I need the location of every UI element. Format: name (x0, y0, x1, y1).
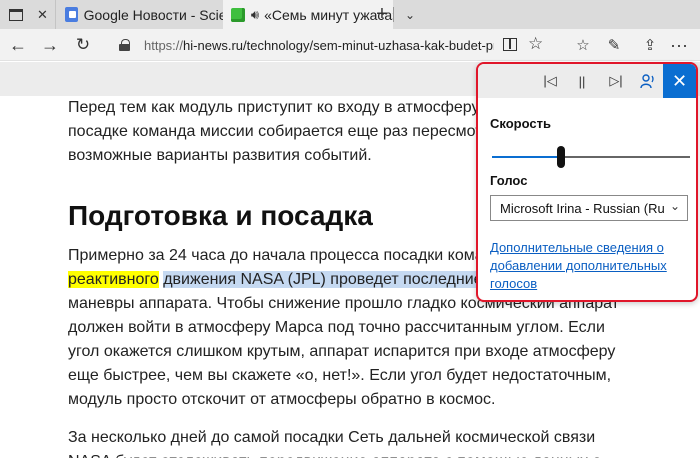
tab-divider (393, 7, 394, 22)
next-paragraph-button[interactable]: ▷| (602, 64, 630, 98)
slider-fill (492, 156, 562, 158)
window-icon[interactable] (9, 8, 23, 21)
text-line: За несколько дней до самой посадки Сеть … (68, 429, 596, 446)
pen-icon[interactable]: ✎ (603, 29, 625, 61)
paragraph-tracking: За несколько дней до самой посадки Сеть … (68, 426, 601, 458)
tab-list-chevron-icon[interactable]: ⌄ (400, 0, 420, 29)
text-line: модуль просто отскочит от атмосферы обра… (68, 391, 496, 408)
voice-select[interactable]: Microsoft Irina - Russian (Russia) ⌄ (490, 195, 688, 221)
more-voices-link[interactable]: Дополнительные сведения о добавлении доп… (490, 239, 690, 293)
share-icon[interactable]: ⇪ (639, 29, 661, 61)
current-word-highlight: реактивного (68, 271, 159, 288)
address-bar[interactable]: https://hi-news.ru/technology/sem-minut-… (115, 32, 552, 58)
close-icon[interactable]: ✕ (37, 7, 48, 23)
slider-thumb[interactable] (557, 146, 566, 168)
url-protocol: https:// (144, 37, 184, 53)
reload-button[interactable]: ↻ (68, 29, 98, 61)
voice-selected-value: Microsoft Irina - Russian (Russia) (500, 200, 665, 216)
speaker-icon[interactable]: 🔊︎ (251, 7, 259, 23)
speed-label: Скорость (490, 116, 551, 131)
url-path: hi-news.ru/technology/sem-minut-uzhasa-k… (183, 37, 494, 53)
url-text[interactable]: https://hi-news.ru/technology/sem-minut-… (144, 38, 494, 53)
cube-icon (231, 7, 245, 22)
speed-slider[interactable] (492, 146, 690, 168)
text-line: еще быстрее, чем вы скажете «о, нет!». Е… (68, 367, 612, 384)
forward-button[interactable]: → (35, 29, 65, 61)
back-button[interactable]: ← (3, 29, 33, 61)
tab-strip: ✕ Google Новости - Science 🔊︎ «Семь мину… (0, 0, 700, 29)
voice-settings-icon (640, 74, 654, 89)
voice-label: Голос (490, 173, 528, 188)
star-icon[interactable]: ☆ (528, 34, 543, 54)
tab-title: Google Новости - Science (83, 6, 223, 23)
read-aloud-panel: |◁ || ▷| ✕ Скорость Голос Microsoft Irin… (476, 62, 698, 302)
read-aloud-controls: |◁ || ▷| ✕ (478, 64, 696, 98)
lock-icon[interactable] (119, 39, 130, 51)
chevron-down-icon: ⌄ (669, 199, 680, 213)
close-read-aloud-button[interactable]: ✕ (663, 64, 696, 98)
google-news-icon (65, 7, 78, 22)
text-line: NASA будет отслеживать передвижение аппа… (68, 450, 601, 458)
reading-view-icon[interactable] (503, 38, 517, 51)
tab-active-article[interactable]: 🔊︎ «Семь минут ужаса» (223, 0, 393, 29)
text-line: должен войти в атмосферу Марса под точно… (68, 319, 605, 336)
pause-button[interactable]: || (568, 64, 596, 98)
tab-google-news[interactable]: Google Новости - Science (55, 0, 223, 29)
text-line: угол окажется слишком крутым, аппарат ис… (68, 343, 616, 360)
current-sentence-highlight: движения NASA (JPL) проведет последние (163, 271, 483, 288)
tab-actions[interactable]: ✕ (0, 0, 55, 29)
favorites-icon[interactable]: ☆ (572, 29, 594, 61)
navigation-bar: ← → ↻ https://hi-news.ru/technology/sem-… (0, 29, 700, 61)
new-tab-button[interactable]: + (371, 0, 393, 29)
previous-paragraph-button[interactable]: |◁ (536, 64, 564, 98)
voice-settings-icon[interactable] (634, 64, 662, 98)
more-icon[interactable]: ··· (668, 29, 690, 61)
